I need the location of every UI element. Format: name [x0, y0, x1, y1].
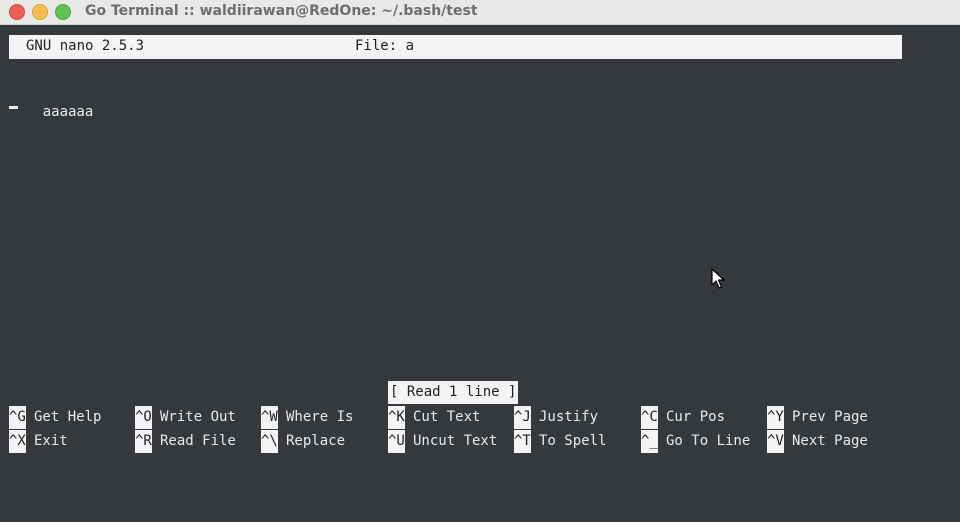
shortcut-key: ^X	[9, 430, 26, 453]
shortcut-label: Read File	[160, 433, 236, 449]
window-title: Go Terminal :: waldiirawan@RedOne: ~/.ba…	[85, 3, 478, 19]
shortcut-label: Write Out	[160, 409, 236, 425]
shortcut-label: Get Help	[34, 409, 102, 425]
shortcut-key: ^K	[388, 406, 405, 429]
shortcut-key: ^_	[641, 430, 658, 453]
shortcut-go-to-line[interactable]: ^_ Go To Line	[641, 430, 750, 453]
shortcut-exit[interactable]: ^X Exit	[9, 430, 68, 453]
shortcut-cur-pos[interactable]: ^C Cur Pos	[641, 406, 725, 429]
shortcut-label: Prev Page	[792, 409, 868, 425]
maximize-window-button[interactable]	[55, 4, 71, 20]
shortcut-write-out[interactable]: ^O Write Out	[135, 406, 236, 429]
shortcut-prev-page[interactable]: ^Y Prev Page	[767, 406, 868, 429]
shortcut-read-file[interactable]: ^R Read File	[135, 430, 236, 453]
shortcut-key: ^Y	[767, 406, 784, 429]
shortcut-key: ^O	[135, 406, 152, 429]
shortcut-label: Cur Pos	[666, 409, 726, 425]
shortcut-key: ^C	[641, 406, 658, 429]
close-window-button[interactable]	[9, 4, 25, 20]
editor-text-line[interactable]: aaaaaa	[9, 88, 93, 152]
shortcut-key: ^T	[514, 430, 531, 453]
nano-header-bar: GNU nano 2.5.3 File: a	[9, 35, 902, 59]
file-name-label: File: a	[355, 38, 415, 54]
shortcut-uncut-text[interactable]: ^U Uncut Text	[388, 430, 497, 453]
shortcut-key: ^J	[514, 406, 531, 429]
shortcut-next-page[interactable]: ^V Next Page	[767, 430, 868, 453]
minimize-window-button[interactable]	[32, 4, 48, 20]
shortcut-label: Next Page	[792, 433, 868, 449]
shortcut-label: Uncut Text	[413, 433, 498, 449]
shortcut-label: Go To Line	[666, 433, 751, 449]
shortcut-key: ^U	[388, 430, 405, 453]
mouse-pointer-icon	[711, 268, 725, 289]
editor-text: aaaaaa	[42, 104, 94, 120]
shortcut-key: ^W	[261, 406, 278, 429]
window-titlebar[interactable]: Go Terminal :: waldiirawan@RedOne: ~/.ba…	[0, 0, 960, 25]
shortcut-get-help[interactable]: ^G Get Help	[9, 406, 101, 429]
shortcut-to-spell[interactable]: ^T To Spell	[514, 430, 606, 453]
shortcut-key: ^G	[9, 406, 26, 429]
shortcut-label: Justify	[539, 409, 599, 425]
shortcut-label: Exit	[34, 433, 68, 449]
shortcut-where-is[interactable]: ^W Where Is	[261, 406, 353, 429]
shortcut-key: ^\	[261, 430, 278, 453]
shortcut-cut-text[interactable]: ^K Cut Text	[388, 406, 480, 429]
shortcut-justify[interactable]: ^J Justify	[514, 406, 598, 429]
status-message: [ Read 1 line ]	[388, 381, 519, 404]
shortcut-label: Where Is	[286, 409, 354, 425]
terminal-area[interactable]: GNU nano 2.5.3 File: a aaaaaa [ Read 1 l…	[0, 25, 960, 484]
shortcut-label: To Spell	[539, 433, 607, 449]
text-cursor	[9, 106, 18, 109]
shortcut-key: ^V	[767, 430, 784, 453]
nano-version: GNU nano 2.5.3	[26, 38, 145, 54]
shortcut-key: ^R	[135, 430, 152, 453]
shortcut-label: Replace	[286, 433, 346, 449]
shortcut-replace[interactable]: ^\ Replace	[261, 430, 345, 453]
shortcut-label: Cut Text	[413, 409, 481, 425]
